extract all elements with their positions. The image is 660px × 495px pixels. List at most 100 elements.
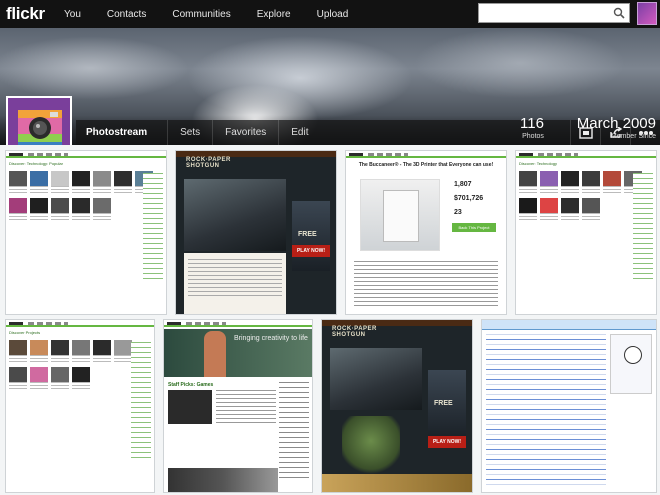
- project-card: [540, 198, 558, 222]
- project-card: [72, 340, 90, 364]
- project-card: [603, 171, 621, 195]
- nav-communities[interactable]: Communities: [172, 9, 230, 20]
- printer-image: [360, 179, 440, 251]
- hero-person: [204, 331, 226, 377]
- search-icon[interactable]: [613, 7, 625, 19]
- project-card: [93, 198, 111, 222]
- ad-banner: FREE: [428, 370, 466, 440]
- project-card: [93, 340, 111, 364]
- video-text: [216, 390, 276, 424]
- project-card: [561, 171, 579, 195]
- project-card: [9, 171, 27, 195]
- days-left: 23: [454, 209, 462, 216]
- project-card: [30, 340, 48, 364]
- kickstarter-header: [346, 151, 506, 158]
- tab-sets[interactable]: Sets: [167, 120, 212, 145]
- photo-thumbnail-5[interactable]: Discover Projects: [5, 319, 155, 493]
- project-card: [519, 171, 537, 195]
- kickstarter-header: [6, 320, 154, 327]
- project-card: [519, 198, 537, 222]
- hero-tagline: Bringing creativity to life: [234, 335, 308, 342]
- project-description: [354, 261, 498, 309]
- member-since-stat: March 2009 Member Since: [572, 116, 656, 141]
- photos-stat: 116 Photos: [520, 116, 544, 141]
- nav-you[interactable]: You: [64, 9, 81, 20]
- project-card: [582, 171, 600, 195]
- nav-explore[interactable]: Explore: [257, 9, 291, 20]
- project-card: [9, 367, 27, 391]
- hero-banner: Bringing creativity to life: [164, 329, 312, 377]
- photo-thumbnail-6[interactable]: Bringing creativity to life Staff Picks:…: [163, 319, 313, 493]
- category-label: Discover: Technology: [519, 161, 557, 166]
- reddit-alien-icon: [624, 346, 642, 364]
- game-artwork: [330, 348, 422, 410]
- ad-free-text: FREE: [434, 400, 453, 407]
- project-card: [72, 171, 90, 195]
- category-label: Discover: Technology: Popular: [9, 161, 63, 166]
- user-avatar[interactable]: [637, 2, 657, 25]
- project-card: [51, 198, 69, 222]
- category-label: Discover Projects: [9, 330, 41, 335]
- site-logo: ROCK·PAPER SHOTGUN: [186, 157, 231, 169]
- search-input[interactable]: [478, 3, 630, 23]
- tab-photostream[interactable]: Photostream: [76, 120, 167, 145]
- project-card: [72, 367, 90, 391]
- photo-thumbnail-4[interactable]: Discover: Technology: [515, 150, 657, 315]
- project-card: [30, 171, 48, 195]
- top-navigation-bar: flickr You Contacts Communities Explore …: [0, 0, 660, 28]
- article-body: [184, 253, 286, 314]
- project-card: [51, 340, 69, 364]
- project-card: [561, 198, 579, 222]
- project-card: [114, 171, 132, 195]
- nav-upload[interactable]: Upload: [317, 9, 349, 20]
- kickstarter-header: [164, 320, 312, 327]
- buddy-icon[interactable]: [6, 96, 72, 145]
- kickstarter-header: [516, 151, 656, 158]
- project-card: [72, 198, 90, 222]
- kickstarter-header: [6, 151, 166, 158]
- flickr-logo[interactable]: flickr: [6, 4, 64, 24]
- turtle-image: [342, 416, 400, 478]
- project-card: [51, 171, 69, 195]
- ad-free-text: FREE: [298, 231, 317, 238]
- category-sidebar: [633, 173, 653, 283]
- ad-play-button: PLAY NOW!: [428, 436, 466, 448]
- member-since-date: March 2009: [576, 115, 656, 132]
- project-card: [30, 198, 48, 222]
- link-list: [486, 334, 606, 488]
- bottom-banner: [322, 474, 472, 492]
- photo-thumbnail-3[interactable]: The Buccaneer® - The 3D Printer that Eve…: [345, 150, 507, 315]
- project-card: [540, 171, 558, 195]
- category-list: [279, 382, 309, 482]
- game-artwork: [184, 179, 286, 251]
- photo-grid: Discover: Technology: Popular ROCK·PAPER…: [0, 147, 660, 495]
- category-sidebar: [143, 173, 163, 283]
- back-project-button: Back This Project: [452, 223, 496, 232]
- project-title: The Buccaneer® - The 3D Printer that Eve…: [358, 162, 494, 168]
- nav-contacts[interactable]: Contacts: [107, 9, 146, 20]
- project-card: [582, 198, 600, 222]
- photo-thumbnail-1[interactable]: Discover: Technology: Popular: [5, 150, 167, 315]
- bottom-thumbnails: [168, 468, 278, 492]
- backers-count: 1,807: [454, 181, 472, 188]
- photo-thumbnail-8[interactable]: [481, 319, 657, 493]
- project-cards: [6, 169, 166, 224]
- pledged-amount: $701,726: [454, 195, 484, 202]
- photo-thumbnail-7[interactable]: ROCK·PAPER SHOTGUN FREE PLAY NOW!: [321, 319, 473, 493]
- reddit-sidebar: [610, 334, 652, 394]
- main-nav: You Contacts Communities Explore Upload: [64, 0, 374, 28]
- reddit-header: [482, 320, 656, 330]
- project-card: [93, 171, 111, 195]
- photo-thumbnail-2[interactable]: ROCK·PAPER SHOTGUN FREE PLAY NOW!: [175, 150, 337, 315]
- tab-favorites[interactable]: Favorites: [212, 120, 278, 145]
- section-heading: Staff Picks: Games: [168, 382, 214, 388]
- member-since-label: Member Since: [610, 133, 656, 140]
- site-logo: ROCK·PAPER SHOTGUN: [332, 326, 377, 338]
- tab-edit[interactable]: Edit: [278, 120, 320, 145]
- project-card: [9, 340, 27, 364]
- project-card: [30, 367, 48, 391]
- project-card: [114, 340, 132, 364]
- ad-banner: FREE: [292, 201, 330, 271]
- ad-play-button: PLAY NOW!: [292, 245, 330, 257]
- video-thumb: [168, 390, 212, 424]
